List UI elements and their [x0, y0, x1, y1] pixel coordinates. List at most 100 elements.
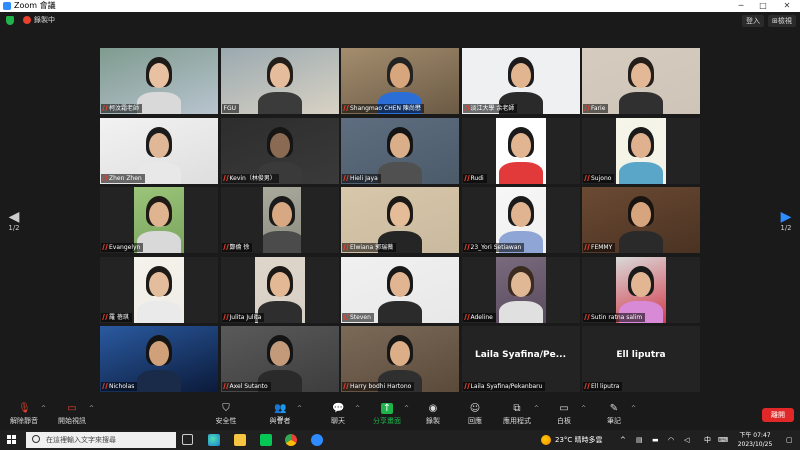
taskbar-clock[interactable]: 下午 07:47 2023/10/25: [730, 431, 780, 449]
participant-name: Hieli Jaya: [350, 174, 378, 182]
recording-icon[interactable]: [23, 16, 31, 24]
line-app-icon[interactable]: [260, 434, 272, 446]
participant-video-tile[interactable]: Hieli Jaya: [341, 117, 459, 184]
next-page-button[interactable]: ▶ 1/2: [776, 210, 796, 232]
volume-icon[interactable]: ◁: [684, 430, 689, 450]
start-video-label: 開始視訊: [58, 417, 86, 425]
participant-video-tile[interactable]: Harry bodhi Hartono: [341, 326, 459, 392]
participant-name-label: Harry bodhi Hartono: [342, 382, 415, 391]
security-button[interactable]: ⛉ 安全性: [206, 403, 246, 426]
participant-name: Sutin ratna salim: [591, 313, 643, 321]
participant-video-tile[interactable]: Steven: [341, 256, 459, 323]
caret-up-icon[interactable]: ^: [355, 405, 360, 412]
task-view-icon[interactable]: [182, 434, 193, 445]
view-button[interactable]: ⊞檢視: [768, 15, 796, 27]
participant-video-tile[interactable]: Nicholas: [100, 326, 218, 392]
participant-video-tile[interactable]: Julita Julita: [220, 256, 339, 323]
search-placeholder: 在這裡輸入文字來搜尋: [46, 436, 116, 444]
participant-video-tile[interactable]: Evangelyn: [100, 187, 218, 253]
keyboard-icon[interactable]: ⌨: [718, 430, 728, 450]
participant-name: 23_Yori Setiawan: [470, 244, 522, 251]
battery-icon[interactable]: ▬: [652, 430, 659, 450]
minimize-button[interactable]: ─: [730, 0, 752, 12]
mic-muted-icon: [463, 313, 470, 320]
participant-video-tile[interactable]: Zhen Zhen: [100, 117, 218, 184]
caret-up-icon[interactable]: ^: [297, 405, 302, 412]
notes-button[interactable]: ✎ 筆記 ^: [594, 403, 636, 426]
participant-name: 鄭倫 徐: [229, 244, 250, 251]
participant-video-tile[interactable]: FEMMY: [582, 187, 700, 253]
caret-up-icon[interactable]: ^: [581, 405, 586, 412]
zoom-logo-icon: [3, 2, 11, 10]
participant-name-label: Steven: [342, 312, 374, 322]
participant-video-tile[interactable]: 鄭倫 徐: [220, 187, 339, 253]
participant-video-tile[interactable]: Sujono: [582, 117, 700, 184]
participant-video-tile[interactable]: Sutin ratna salim: [582, 256, 700, 323]
participant-name: 羅 蓓琪: [109, 313, 129, 321]
participant-video-tile[interactable]: 羅 蓓琪: [100, 256, 218, 323]
chrome-icon[interactable]: [285, 434, 297, 446]
smiley-icon: ☺: [469, 403, 481, 414]
participant-video-tile[interactable]: Elwiana 郭瑞薇: [341, 187, 459, 253]
chat-label: 聊天: [331, 417, 345, 425]
caret-up-icon[interactable]: ^: [631, 405, 636, 412]
maximize-button[interactable]: □: [752, 0, 774, 12]
network-icon[interactable]: ▤: [636, 430, 643, 450]
participant-video-tile[interactable]: Adeline: [461, 256, 580, 323]
share-screen-button[interactable]: ↑ 分享畫面 ^: [367, 403, 409, 426]
wifi-icon[interactable]: ◠: [668, 430, 674, 450]
ime-indicator[interactable]: 中: [704, 430, 711, 450]
participants-button[interactable]: 👥39 與會者 ^: [260, 403, 303, 426]
security-label: 安全性: [215, 417, 237, 425]
close-button[interactable]: ✕: [776, 0, 798, 12]
mic-muted-icon: [584, 383, 590, 389]
weather-icon: [541, 435, 551, 445]
leave-button[interactable]: 離開: [762, 408, 794, 422]
windows-start-icon[interactable]: [7, 435, 17, 445]
participant-video-tile[interactable]: Axel Sutanto: [220, 326, 339, 392]
prev-page-button[interactable]: ◀ 1/2: [4, 210, 24, 232]
participant-video-tile[interactable]: 23_Yori Setiawan: [461, 187, 580, 253]
caret-up-icon[interactable]: ^: [534, 405, 539, 412]
weather-text[interactable]: 23°C 晴時多雲: [555, 430, 603, 450]
participant-name: 柯汶霜老師: [109, 105, 140, 112]
participant-video-tile[interactable]: Rudi: [461, 117, 580, 184]
participant-video-tile[interactable]: 柯汶霜老師: [100, 48, 218, 114]
participant-name-label: FEMMY: [583, 243, 616, 252]
participant-name-label: 淡江大學 余老師: [462, 104, 518, 113]
signin-button[interactable]: 登入: [742, 15, 764, 27]
page-indicator-right: 1/2: [780, 224, 792, 232]
whiteboard-button[interactable]: ▭ 白板 ^: [544, 403, 586, 426]
whiteboard-label: 白板: [557, 417, 571, 425]
participant-name: Steven: [350, 313, 371, 321]
apps-button[interactable]: ⧉ 應用程式 ^: [497, 403, 539, 426]
caret-up-icon[interactable]: ^: [89, 405, 94, 412]
participant-name-label: Shangmao CHEN 陳尚懋: [342, 104, 424, 113]
mic-muted-icon: [102, 313, 108, 320]
edge-icon[interactable]: [208, 434, 220, 446]
participant-video-tile[interactable]: Ell liputra Ell liputra: [582, 326, 700, 392]
participant-video-tile[interactable]: Shangmao CHEN 陳尚懋: [341, 48, 459, 114]
unmute-button[interactable]: 🎙 解除靜音 ^: [4, 403, 46, 426]
taskbar-search-input[interactable]: 在這裡輸入文字來搜尋: [26, 432, 176, 448]
zoom-taskbar-icon[interactable]: [311, 434, 323, 446]
tray-chevron-icon[interactable]: ^: [620, 430, 626, 450]
mic-muted-icon: [343, 174, 349, 181]
participant-video-tile[interactable]: Farie: [582, 48, 700, 114]
participant-video-tile[interactable]: FGU: [220, 48, 339, 114]
file-explorer-icon[interactable]: [234, 434, 246, 446]
caret-up-icon[interactable]: ^: [41, 405, 46, 412]
notification-icon[interactable]: ▢: [786, 430, 793, 450]
reactions-button[interactable]: ☺ 回應: [455, 403, 495, 426]
mic-muted-icon: [222, 313, 229, 320]
participant-video-tile[interactable]: 淡江大學 余老師: [461, 48, 580, 114]
chat-button[interactable]: 💬 聊天 ^: [318, 403, 360, 426]
shield-icon[interactable]: [6, 16, 14, 25]
start-video-button[interactable]: ▭ 開始視訊 ^: [52, 403, 94, 426]
participant-name: Julita Julita: [229, 313, 262, 321]
caret-up-icon[interactable]: ^: [404, 405, 409, 412]
participant-video-tile[interactable]: Kevin（林俊男）: [220, 117, 339, 184]
participant-video-tile[interactable]: Laila Syafina/Pe... Laila Syafina/Pekanba…: [461, 326, 580, 392]
mic-muted-icon: [222, 383, 229, 389]
record-button[interactable]: ◉ 錄製: [413, 403, 453, 426]
